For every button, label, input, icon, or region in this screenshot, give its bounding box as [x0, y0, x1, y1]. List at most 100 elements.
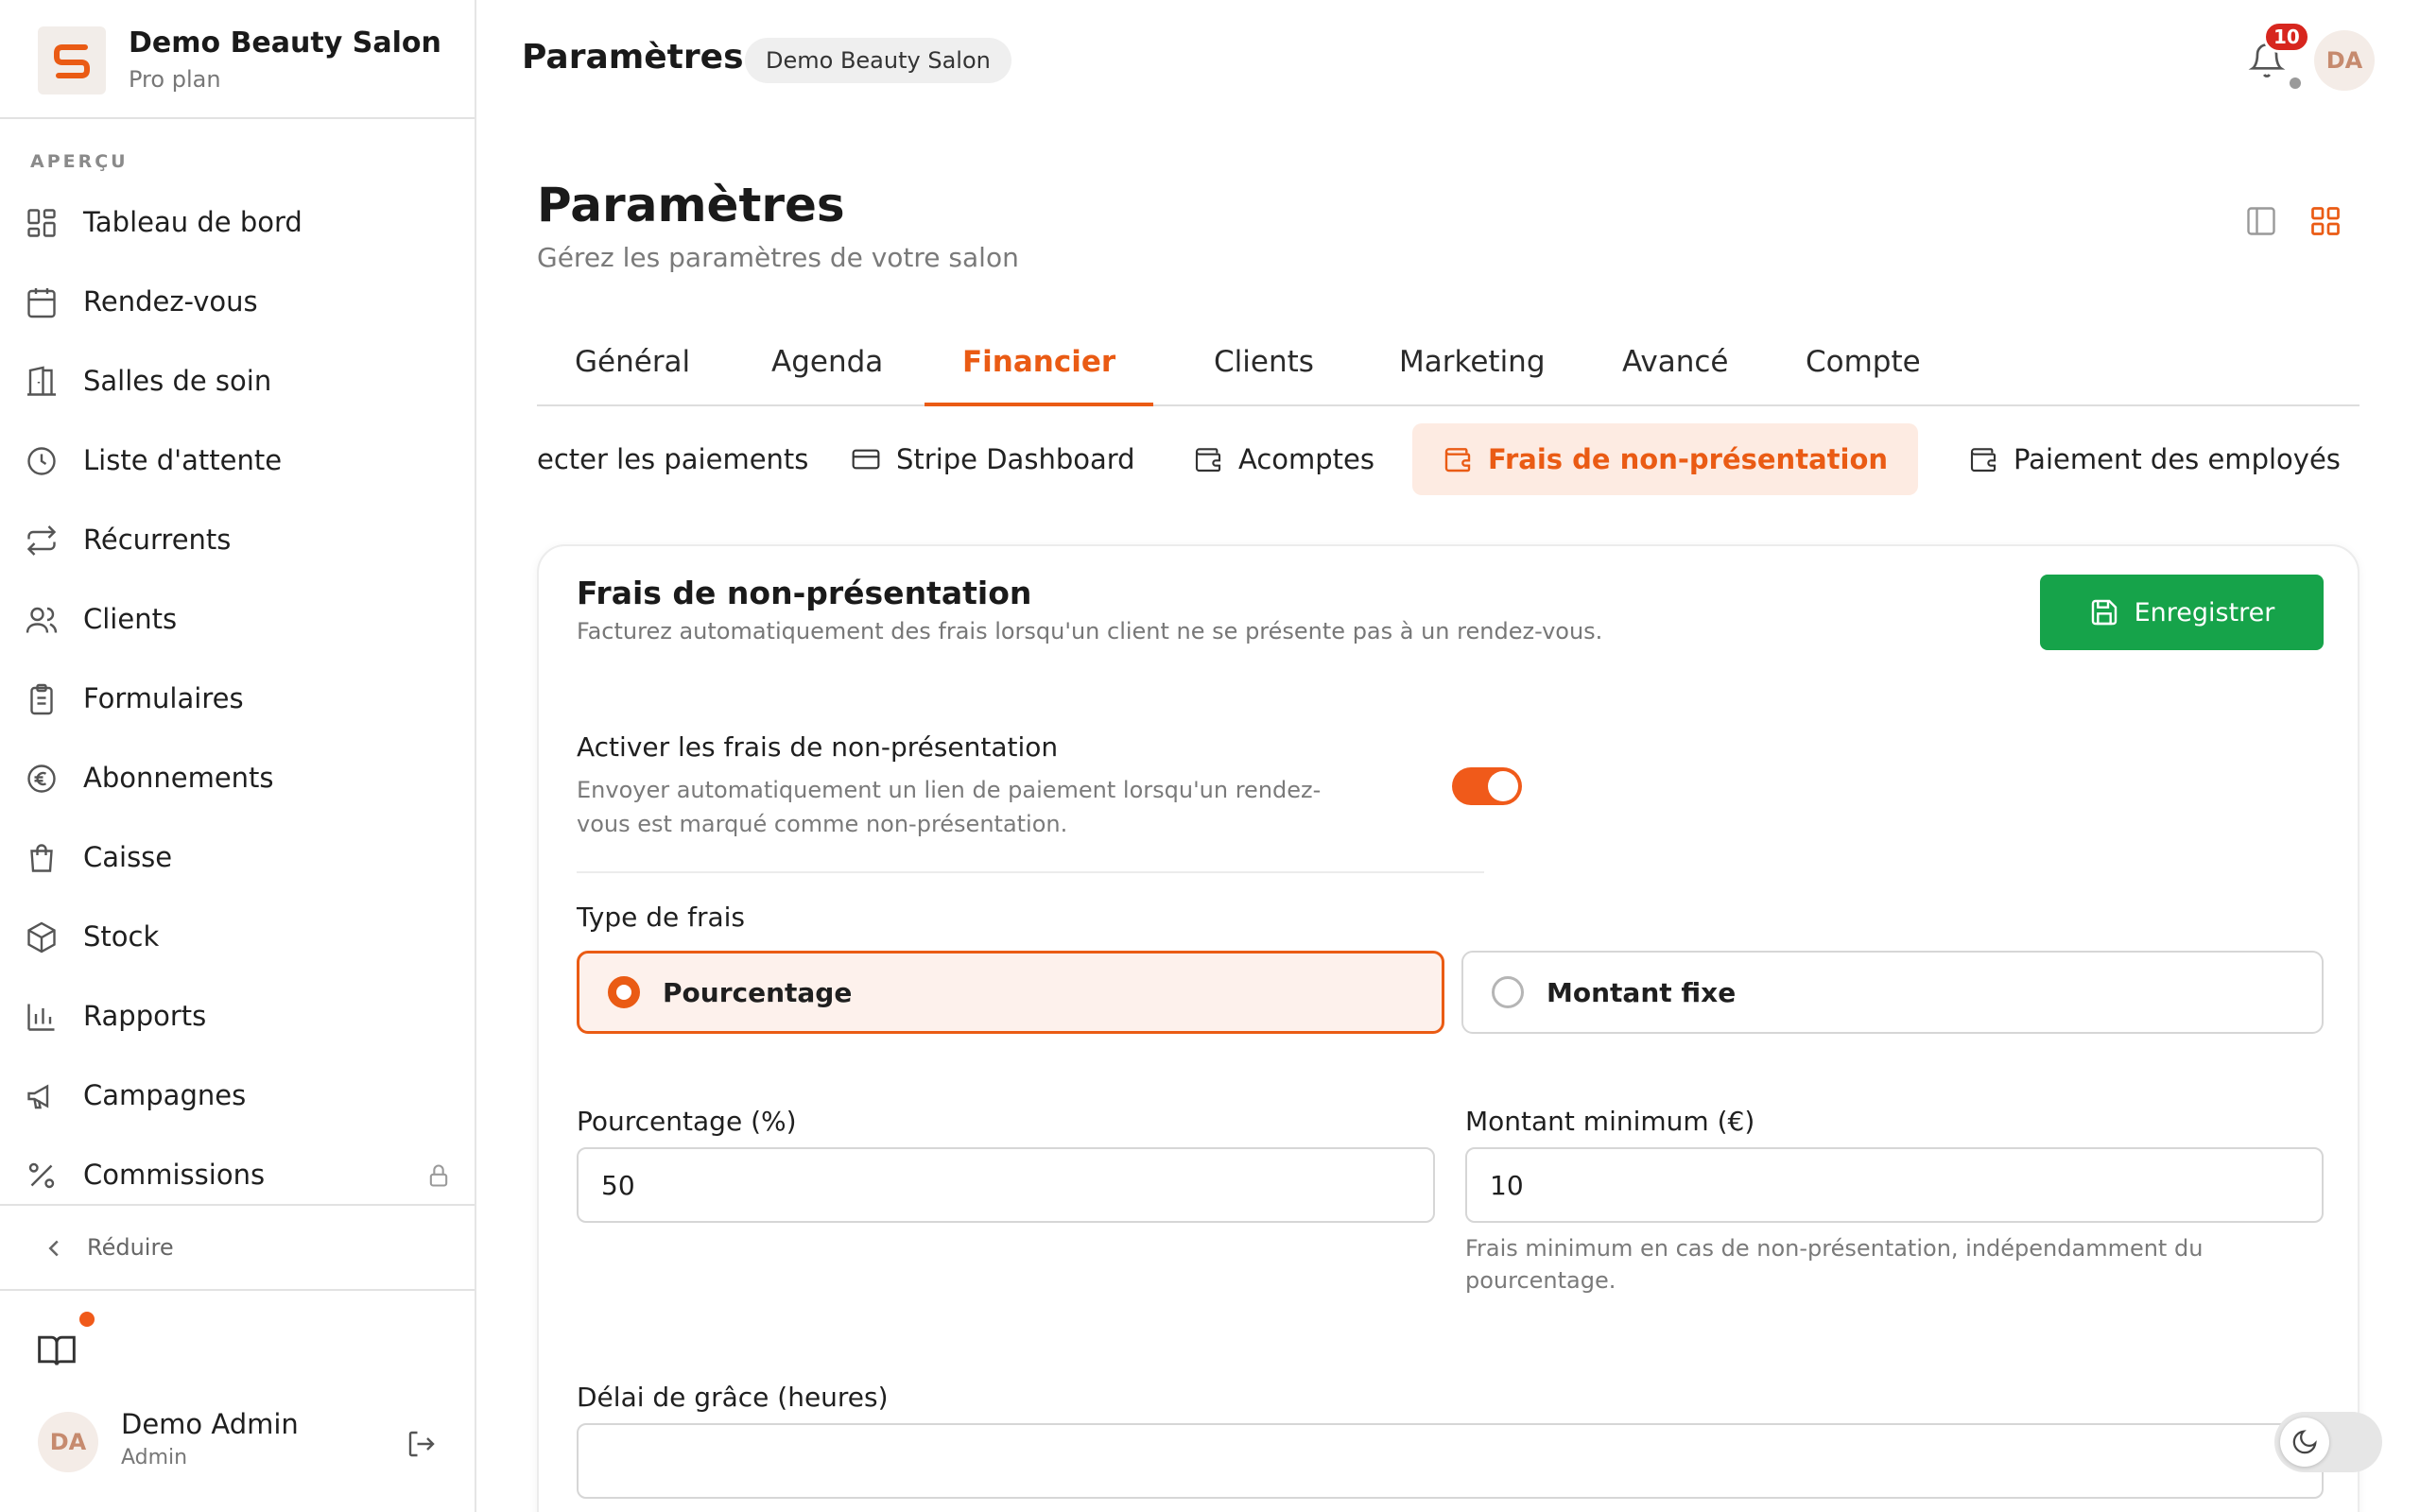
enable-no-show-row: Activer les frais de non-présentation En… — [577, 731, 1522, 873]
tab-general[interactable]: Général — [537, 342, 728, 406]
users-icon — [26, 607, 58, 633]
option-label: Montant fixe — [1547, 976, 1737, 1008]
sidebar-item-campaigns[interactable]: Campagnes — [0, 1057, 475, 1136]
subtab-no-show-fees[interactable]: Frais de non-présentation — [1412, 423, 1919, 495]
grace-period-input[interactable] — [577, 1423, 2324, 1499]
status-dot — [2290, 77, 2301, 89]
no-show-fees-card: Frais de non-présentation Facturez autom… — [537, 544, 2360, 1512]
settings-tabs: Général Agenda Financier Clients Marketi… — [537, 331, 2360, 406]
toggle-description: Envoyer automatiquement un lien de paiem… — [577, 777, 1322, 837]
lock-icon — [429, 1164, 448, 1187]
collapse-sidebar-button[interactable]: Réduire — [0, 1204, 475, 1291]
minimum-amount-input[interactable] — [1465, 1147, 2324, 1223]
euro-icon — [27, 765, 56, 793]
sidebar-item-label: Rapports — [83, 1000, 207, 1032]
sidebar-item-subscriptions[interactable]: Abonnements — [0, 739, 475, 818]
enable-no-show-toggle[interactable] — [1452, 767, 1522, 805]
dashboard-icon — [27, 209, 56, 237]
sidebar-item-recurring[interactable]: Récurrents — [0, 501, 475, 580]
fee-type-label: Type de frais — [577, 902, 746, 933]
shopping-bag-icon — [30, 844, 53, 872]
sidebar-item-clients[interactable]: Clients — [0, 580, 475, 660]
tab-clients[interactable]: Clients — [1176, 342, 1352, 406]
tab-compte[interactable]: Compte — [1768, 342, 1959, 406]
sidebar-item-label: Formulaires — [83, 682, 244, 714]
brand-header[interactable]: Demo Beauty Salon Pro plan — [0, 0, 475, 119]
subtab-label: Acomptes — [1238, 443, 1374, 475]
moon-icon — [2292, 1430, 2317, 1454]
percentage-label: Pourcentage (%) — [577, 1106, 797, 1137]
sidebar-layout-icon[interactable] — [2244, 204, 2278, 238]
subtab-collect-payments[interactable]: ecter les paiements — [537, 423, 838, 495]
sidebar-item-label: Salles de soin — [83, 365, 272, 397]
save-button[interactable]: Enregistrer — [2040, 575, 2324, 650]
wallet-icon — [1444, 448, 1471, 472]
logout-icon[interactable] — [405, 1427, 439, 1461]
card-title: Frais de non-présentation — [577, 575, 1032, 611]
book-open-icon[interactable] — [36, 1329, 78, 1370]
chevron-left-icon — [48, 1240, 59, 1257]
sidebar-item-waitlist[interactable]: Liste d'attente — [0, 421, 475, 501]
sidebar-item-label: Liste d'attente — [83, 444, 283, 476]
sidebar-item-reports[interactable]: Rapports — [0, 977, 475, 1057]
percent-icon — [28, 1162, 55, 1189]
header-title: Paramètres — [522, 38, 744, 77]
lock-icon — [2356, 448, 2360, 471]
page-title: Paramètres — [537, 178, 845, 232]
toggle-title: Activer les frais de non-présentation — [577, 731, 1059, 763]
package-icon — [27, 921, 56, 954]
header-avatar[interactable]: DA — [2314, 30, 2375, 91]
sidebar-item-label: Récurrents — [83, 524, 232, 556]
sidebar-nav: Tableau de bord Rendez-vous Salles de so… — [0, 183, 475, 1215]
page-subtitle: Gérez les paramètres de votre salon — [537, 242, 1019, 273]
clipboard-icon — [30, 683, 53, 715]
subtab-label: Frais de non-présentation — [1488, 443, 1889, 475]
clock-icon — [27, 447, 56, 475]
megaphone-icon — [27, 1084, 49, 1109]
tab-agenda[interactable]: Agenda — [734, 342, 921, 406]
grid-layout-icon[interactable] — [2308, 204, 2342, 238]
brand-name: Demo Beauty Salon — [129, 26, 441, 60]
subtab-deposits[interactable]: Acomptes — [1163, 423, 1405, 495]
user-avatar[interactable]: DA — [38, 1412, 98, 1472]
fee-type-percentage-option[interactable]: Pourcentage — [577, 951, 1444, 1034]
save-label: Enregistrer — [2134, 597, 2275, 627]
tab-financier[interactable]: Financier — [925, 342, 1154, 406]
minimum-amount-help: Frais minimum en cas de non-présentation… — [1465, 1235, 2204, 1294]
sidebar-item-label: Clients — [83, 603, 178, 635]
financial-subtabs: ecter les paiements Stripe Dashboard Aco… — [537, 423, 2360, 495]
theme-toggle[interactable] — [2274, 1412, 2382, 1472]
salon-badge: Demo Beauty Salon — [745, 38, 1011, 83]
percentage-input[interactable] — [577, 1147, 1435, 1223]
tab-avance[interactable]: Avancé — [1584, 342, 1767, 406]
save-icon — [2091, 599, 2117, 626]
wallet-icon — [1195, 448, 1221, 472]
sidebar-item-rooms[interactable]: Salles de soin — [0, 342, 475, 421]
sidebar-item-forms[interactable]: Formulaires — [0, 660, 475, 739]
sidebar: Demo Beauty Salon Pro plan APERÇU Tablea… — [0, 0, 476, 1512]
brand-logo — [38, 26, 106, 94]
notification-count-badge: 10 — [2263, 21, 2310, 53]
subtab-label: Stripe Dashboard — [896, 443, 1135, 475]
subtab-label: ecter les paiements — [537, 443, 809, 475]
sidebar-item-appointments[interactable]: Rendez-vous — [0, 263, 475, 342]
subtab-label: Paiement des employés — [2014, 443, 2341, 475]
sidebar-item-label: Tableau de bord — [83, 206, 302, 238]
radio-selected[interactable] — [608, 976, 640, 1008]
sidebar-item-label: Stock — [83, 920, 160, 953]
radio-unselected[interactable] — [1492, 976, 1524, 1008]
subtab-employee-payments[interactable]: Paiement des employés — [1938, 423, 2360, 495]
sidebar-item-register[interactable]: Caisse — [0, 818, 475, 898]
calendar-icon — [27, 288, 56, 318]
top-bar: Paramètres Demo Beauty Salon 10 DA — [476, 0, 2420, 119]
card-description: Facturez automatiquement des frais lorsq… — [577, 618, 1603, 644]
tab-marketing[interactable]: Marketing — [1361, 342, 1583, 406]
sidebar-item-dashboard[interactable]: Tableau de bord — [0, 183, 475, 263]
option-label: Pourcentage — [663, 976, 853, 1008]
fee-type-fixed-option[interactable]: Montant fixe — [1461, 951, 2324, 1034]
theme-knob — [2280, 1418, 2329, 1467]
brand-plan: Pro plan — [129, 66, 221, 93]
sidebar-item-stock[interactable]: Stock — [0, 898, 475, 977]
repeat-icon — [26, 525, 57, 556]
subtab-stripe-dashboard[interactable]: Stripe Dashboard — [821, 423, 1166, 495]
